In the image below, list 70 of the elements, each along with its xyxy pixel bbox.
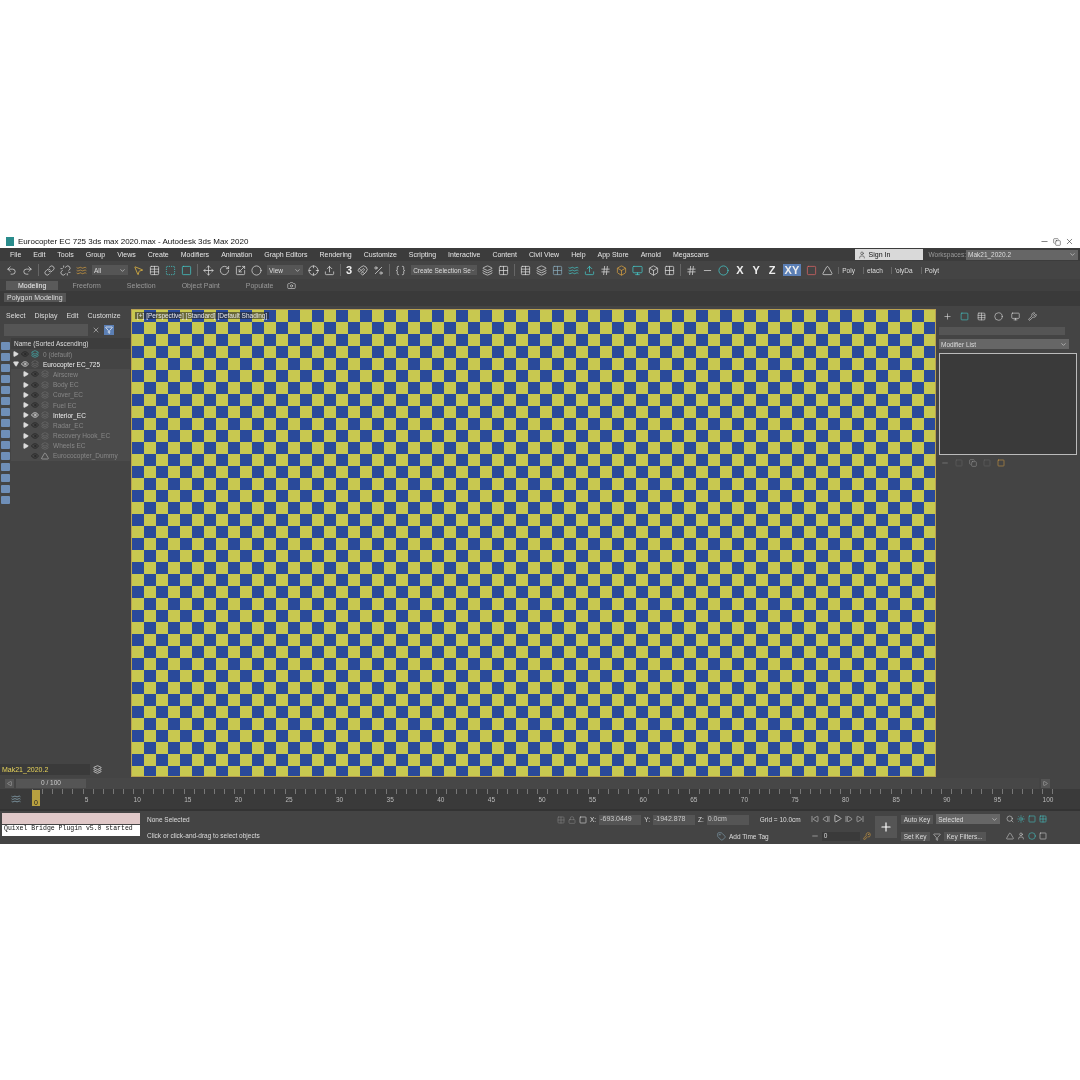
sphere-icon[interactable] xyxy=(251,264,262,276)
collapsed-arrow-icon[interactable] xyxy=(23,381,29,388)
modifier-stack[interactable] xyxy=(939,353,1077,455)
triangle-ruler-icon xyxy=(41,451,49,460)
go-to-end-icon[interactable] xyxy=(855,814,864,823)
collapsed-arrow-icon[interactable] xyxy=(23,432,29,439)
previous-key-icon[interactable] xyxy=(821,814,830,823)
wrench-icon[interactable] xyxy=(1028,312,1037,321)
pivot-icon[interactable] xyxy=(308,264,319,276)
filter-icon[interactable] xyxy=(932,832,941,841)
clear-icon[interactable] xyxy=(92,326,100,334)
collapsed-arrow-icon[interactable] xyxy=(23,391,29,398)
display-icon[interactable] xyxy=(1011,312,1020,321)
collapsed-arrow-icon[interactable] xyxy=(23,422,29,429)
zoom-icon[interactable] xyxy=(1006,814,1015,823)
window-title: Eurocopter EC 725 3ds max 2020.max - Autodesk 3ds Max 2020 xyxy=(18,237,250,246)
next-frame-button[interactable] xyxy=(1041,778,1050,788)
tag-icon[interactable] xyxy=(717,831,726,841)
collapsed-arrow-icon[interactable] xyxy=(23,412,29,419)
collapsed-arrow-icon[interactable] xyxy=(13,351,19,358)
axis-constraint-button[interactable]: Y xyxy=(750,264,762,276)
expanded-arrow-icon[interactable] xyxy=(13,361,19,368)
app-logo-icon xyxy=(6,237,14,246)
eye-icon[interactable] xyxy=(21,360,29,369)
redo-icon[interactable] xyxy=(22,264,33,276)
dashed-square-icon[interactable] xyxy=(165,264,176,276)
curve-icon[interactable] xyxy=(568,264,580,276)
braces-icon[interactable] xyxy=(395,264,407,276)
script-input-field[interactable] xyxy=(2,813,140,824)
percent-icon[interactable] xyxy=(373,264,385,276)
undo-icon[interactable] xyxy=(6,264,17,276)
pointer-icon[interactable] xyxy=(133,264,144,276)
play-icon[interactable] xyxy=(832,814,842,824)
key-icon[interactable] xyxy=(862,832,871,841)
unique-icon[interactable] xyxy=(969,459,977,467)
unlink-icon[interactable] xyxy=(60,264,71,276)
restore-icon[interactable] xyxy=(1053,237,1061,246)
upload-icon[interactable] xyxy=(324,264,335,276)
rotate-icon[interactable] xyxy=(219,264,230,276)
axis-constraint-button[interactable]: XY xyxy=(782,264,802,276)
render-frame-icon[interactable] xyxy=(632,264,644,276)
snap-toggle[interactable]: 3 xyxy=(346,264,353,276)
previous-frame-button[interactable] xyxy=(5,778,14,788)
collapsed-arrow-icon[interactable] xyxy=(23,402,29,409)
grid-icon[interactable] xyxy=(664,264,676,276)
link-icon[interactable] xyxy=(44,264,55,276)
waves-icon[interactable] xyxy=(76,264,87,276)
collapsed-arrow-icon[interactable] xyxy=(23,442,29,449)
camera-icon[interactable] xyxy=(287,280,297,290)
curve-editor-icon[interactable] xyxy=(11,794,21,804)
move-icon[interactable] xyxy=(203,264,214,276)
layers-icon[interactable] xyxy=(93,765,102,774)
scale-icon[interactable] xyxy=(235,264,246,276)
axis-constraint-button[interactable]: X xyxy=(734,264,746,276)
go-to-start-icon[interactable] xyxy=(810,814,819,823)
maximize-icon[interactable] xyxy=(1039,832,1048,841)
eye-icon[interactable] xyxy=(31,411,39,420)
square-icon[interactable] xyxy=(181,264,192,276)
close-icon[interactable] xyxy=(1065,237,1074,246)
filter-button[interactable] xyxy=(104,325,114,335)
stack-icon[interactable] xyxy=(536,264,548,276)
next-key-icon[interactable] xyxy=(844,814,853,823)
create-icon[interactable] xyxy=(943,312,952,321)
magnet-icon[interactable] xyxy=(357,264,369,276)
circle-icon[interactable] xyxy=(718,264,730,276)
axis-constraint-button[interactable]: Z xyxy=(766,264,778,276)
lock-icon[interactable] xyxy=(568,815,576,824)
walk-icon[interactable] xyxy=(1017,832,1026,841)
collapsed-arrow-icon[interactable] xyxy=(23,371,29,378)
table-icon[interactable] xyxy=(520,264,532,276)
